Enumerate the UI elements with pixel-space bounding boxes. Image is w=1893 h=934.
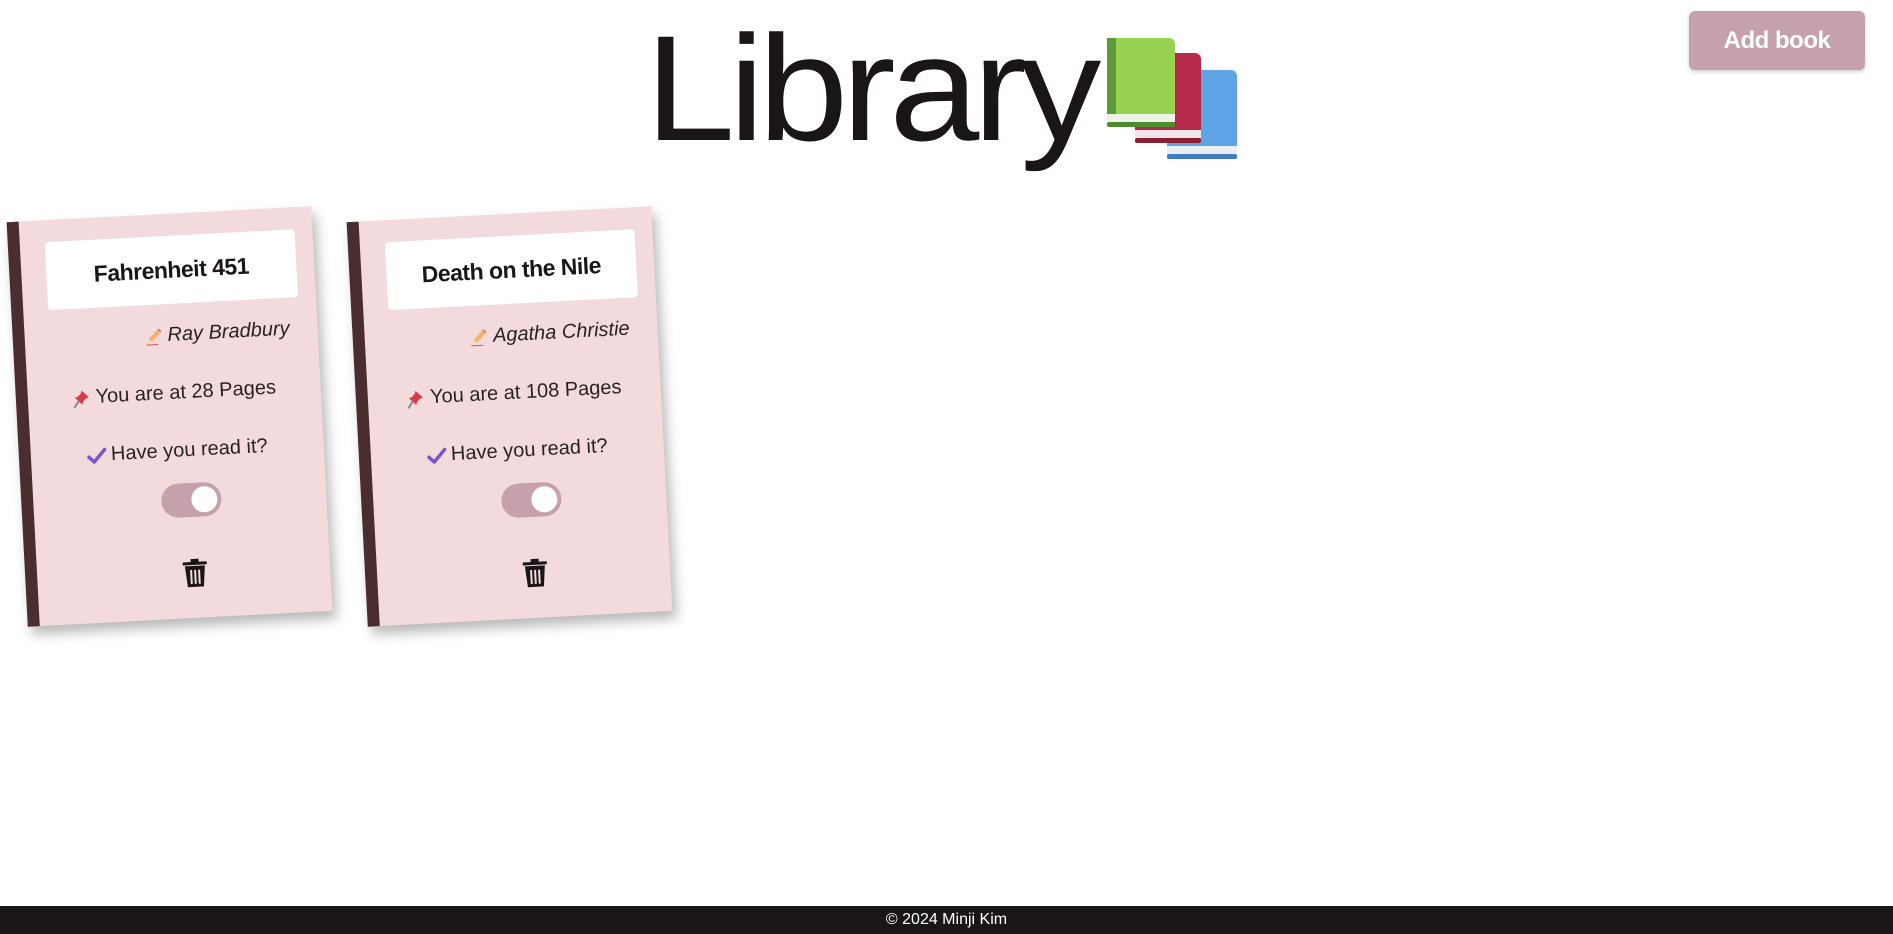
book-card: Fahrenheit 451 Ray Bradbury You are at 2… [6, 206, 333, 627]
book-pages: You are at 108 Pages [429, 376, 623, 409]
read-question: Have you read it? [110, 434, 269, 466]
book-author: Agatha Christie [492, 317, 631, 347]
book-list: Fahrenheit 451 Ray Bradbury You are at 2… [0, 200, 800, 650]
trash-icon[interactable] [521, 557, 549, 588]
read-question: Have you read it? [450, 434, 609, 466]
header: Library Add book [0, 0, 1893, 170]
book-title-box: Fahrenheit 451 [44, 229, 298, 311]
book-title-box: Death on the Nile [384, 229, 638, 311]
pushpin-icon [407, 390, 424, 409]
pushpin-icon [73, 390, 89, 409]
checkmark-icon [87, 447, 107, 464]
toggle-knob [530, 485, 559, 513]
book-title: Death on the Nile [421, 251, 602, 287]
add-book-button[interactable]: Add book [1689, 11, 1865, 70]
page-title: Library [645, 4, 1101, 172]
read-toggle[interactable] [500, 481, 563, 519]
pages-row: You are at 28 Pages [27, 374, 321, 412]
checkmark-icon [427, 447, 447, 464]
pencil-icon [471, 328, 487, 346]
pages-row: You are at 108 Pages [367, 374, 661, 412]
toggle-knob [190, 485, 219, 513]
read-row: Have you read it? [30, 432, 324, 470]
book-title: Fahrenheit 451 [93, 252, 250, 287]
read-toggle[interactable] [160, 481, 223, 519]
author-row: Agatha Christie [468, 318, 630, 349]
pencil-icon [145, 327, 162, 346]
read-row: Have you read it? [370, 432, 664, 470]
title-wrap: Library [645, 13, 1101, 163]
book-author: Ray Bradbury [166, 317, 291, 346]
author-row: Ray Bradbury [143, 318, 290, 349]
copyright-text: © 2024 Minji Kim [885, 911, 1008, 928]
footer: © 2024 Minji Kim [0, 906, 1893, 934]
page: Library Add book Fahrenheit 451 Ray Brad… [0, 0, 1893, 934]
book-card: Death on the Nile Agatha Christie You ar… [346, 206, 673, 627]
trash-icon[interactable] [181, 557, 209, 588]
books-icon [1107, 38, 1237, 159]
book-pages: You are at 28 Pages [95, 376, 277, 408]
